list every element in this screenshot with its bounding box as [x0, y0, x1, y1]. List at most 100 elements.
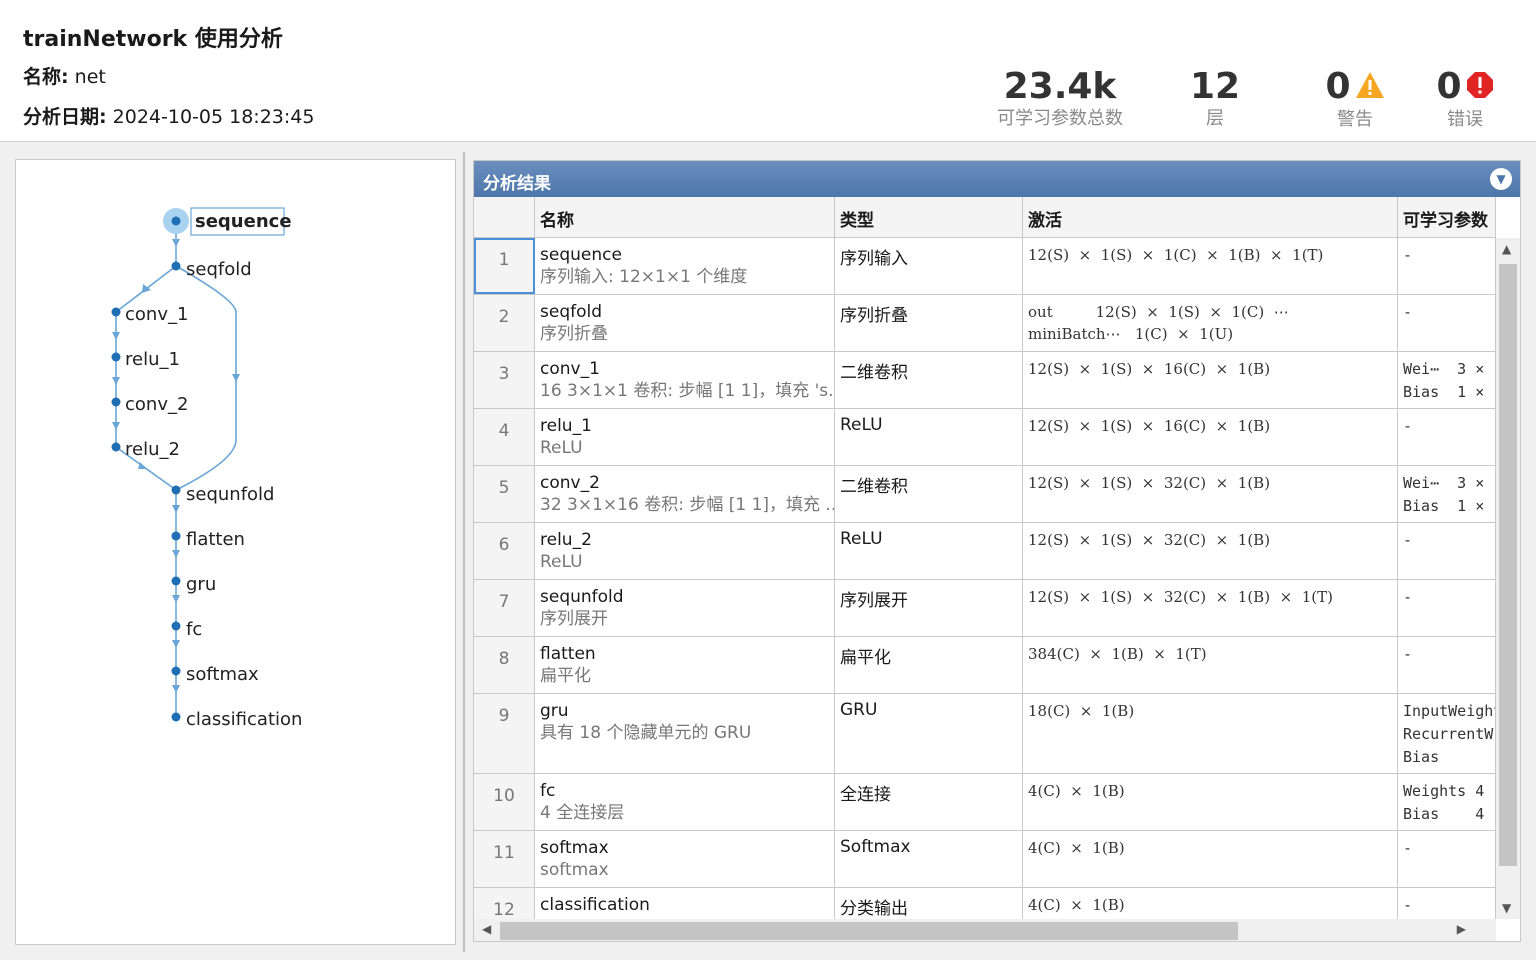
scroll-up-icon[interactable]: ▲ — [1502, 242, 1511, 256]
graph-node-dot-softmax[interactable] — [171, 666, 181, 676]
graph-node-dot-conv-1[interactable] — [111, 307, 121, 317]
row-index: 6 — [474, 523, 535, 579]
table-header: 名称 类型 激活 可学习参数 — [474, 197, 1496, 238]
header-activations[interactable]: 激活 — [1023, 197, 1398, 238]
scroll-left-icon[interactable]: ◀ — [482, 922, 491, 936]
graph-node-dot-gru[interactable] — [171, 576, 181, 586]
header-type[interactable]: 类型 — [835, 197, 1023, 238]
layer-name: softmax — [540, 838, 609, 858]
node-seqfold[interactable]: seqfold — [186, 259, 252, 280]
activations-cell: 12(S) × 1(S) × 16(C) × 1(B) — [1023, 409, 1398, 465]
graph-node-dot-relu-1[interactable] — [111, 352, 121, 362]
layer-description: 4 全连接层 — [540, 803, 625, 823]
vertical-scrollbar[interactable]: ▲ ▼ — [1496, 238, 1520, 919]
graph-node-dot-fc[interactable] — [171, 621, 181, 631]
learnable-line: - — [1403, 645, 1413, 663]
node-conv-2[interactable]: conv_2 — [125, 394, 188, 415]
table-row[interactable]: 8 flatten 扁平化 扁平化 384(C) × 1(B) × 1(T) - — [474, 637, 1496, 694]
table-row[interactable]: 7 sequnfold 序列展开 序列展开 12(S) × 1(S) × 32(C) ×… — [474, 580, 1496, 637]
learnable-line: Bias 4 — [1403, 805, 1485, 823]
node-softmax[interactable]: softmax — [186, 664, 259, 685]
learnables-cell: - — [1398, 831, 1496, 887]
row-index: 8 — [474, 637, 535, 693]
node-relu-1[interactable]: relu_1 — [125, 349, 180, 370]
scroll-down-icon[interactable]: ▼ — [1502, 901, 1511, 915]
learnable-line: - — [1403, 246, 1413, 264]
table-row[interactable]: 11 softmax softmax Softmax 4(C) × 1(B) - — [474, 831, 1496, 888]
learnable-line: RecurrentW — [1403, 725, 1494, 743]
table-row[interactable]: 3 conv_1 16 3×1×1 卷积: 步幅 [1 1]，填充 's... 二维卷… — [474, 352, 1496, 409]
layer-type: ReLU — [835, 523, 1023, 579]
layer-name-cell: relu_2 ReLU — [535, 523, 835, 579]
activation-line: 384(C) × 1(B) × 1(T) — [1028, 645, 1207, 663]
activation-line: 18(C) × 1(B) — [1028, 702, 1135, 720]
table-row[interactable]: 10 fc 4 全连接层 全连接 4(C) × 1(B) Weights 4 Bias 4 — [474, 774, 1496, 831]
date-value: 2024-10-05 18:23:45 — [112, 106, 315, 128]
scroll-right-icon[interactable]: ▶ — [1457, 922, 1466, 936]
params-label: 可学习参数总数 — [997, 108, 1123, 129]
layer-type: 二维卷积 — [835, 466, 1023, 522]
node-flatten[interactable]: flatten — [186, 529, 245, 550]
header-name[interactable]: 名称 — [535, 197, 835, 238]
layer-description: 序列展开 — [540, 609, 608, 629]
layer-name: seqfold — [540, 302, 603, 322]
vertical-scroll-thumb[interactable] — [1499, 264, 1517, 866]
table-row[interactable]: 1 sequence 序列输入: 12×1×1 个维度 序列输入 12(S) × 1(S… — [474, 238, 1496, 295]
horizontal-scrollbar[interactable]: ◀ ▶ — [474, 919, 1496, 941]
node-conv-1[interactable]: conv_1 — [125, 304, 188, 325]
horizontal-scroll-thumb[interactable] — [500, 922, 1238, 940]
row-index: 5 — [474, 466, 535, 522]
graph-node-dot-sequence[interactable] — [171, 216, 181, 226]
graph-node-dot-sequnfold[interactable] — [171, 485, 181, 495]
header-learnables[interactable]: 可学习参数 — [1398, 197, 1496, 238]
errors-stat[interactable]: 0 错误 — [1425, 66, 1505, 131]
graph-node-dot-flatten[interactable] — [171, 531, 181, 541]
network-graph-panel[interactable]: sequence seqfold conv_1 relu_1 conv_2 re… — [15, 159, 456, 945]
layer-description: 具有 18 个隐藏单元的 GRU — [540, 723, 752, 743]
row-index: 1 — [474, 238, 535, 294]
warnings-label: 警告 — [1337, 109, 1373, 130]
graph-node-dot-relu-2[interactable] — [111, 442, 121, 452]
layer-description: 序列输入: 12×1×1 个维度 — [540, 267, 748, 287]
layer-type: 序列折叠 — [835, 295, 1023, 351]
table-row[interactable]: 9 gru 具有 18 个隐藏单元的 GRU GRU 18(C) × 1(B) Input… — [474, 694, 1496, 774]
node-fc[interactable]: fc — [186, 619, 202, 640]
layer-type: GRU — [835, 694, 1023, 773]
layer-name-cell: softmax softmax — [535, 831, 835, 887]
analysis-header: trainNetwork 使用分析 名称: net 分析日期: 2024-10-… — [0, 0, 1536, 142]
graph-node-dot-seqfold[interactable] — [171, 261, 181, 271]
table-row[interactable]: 12 classification 分类输出 4(C) × 1(B) - — [474, 888, 1496, 919]
table-row[interactable]: 4 relu_1 ReLU ReLU 12(S) × 1(S) × 16(C) × 1(… — [474, 409, 1496, 466]
node-classification[interactable]: classification — [186, 709, 302, 730]
learnable-line: Weights 4 — [1403, 782, 1485, 800]
activation-line: out 12(S) × 1(S) × 1(C) ⋯ — [1028, 303, 1289, 321]
graph-node-dot-conv-2[interactable] — [111, 397, 121, 407]
panel-splitter[interactable] — [463, 152, 465, 952]
header-index[interactable] — [474, 197, 535, 238]
activations-cell: 12(S) × 1(S) × 32(C) × 1(B) × 1(T) — [1023, 580, 1398, 636]
learnables-cell: - — [1398, 238, 1496, 294]
node-relu-2[interactable]: relu_2 — [125, 439, 180, 460]
layer-description: ReLU — [540, 552, 583, 572]
activations-cell: out 12(S) × 1(S) × 1(C) ⋯ miniBatch⋯ 1(C)… — [1023, 295, 1398, 351]
table-row[interactable]: 6 relu_2 ReLU ReLU 12(S) × 1(S) × 32(C) × 1(… — [474, 523, 1496, 580]
warnings-stat[interactable]: 0 警告 — [1310, 66, 1400, 131]
analysis-date: 分析日期: 2024-10-05 18:23:45 — [23, 102, 314, 129]
activation-line: 12(S) × 1(S) × 16(C) × 1(B) — [1028, 360, 1271, 378]
results-title: 分析结果 — [483, 174, 551, 194]
layer-name: flatten — [540, 644, 596, 664]
layer-name: gru — [540, 701, 569, 721]
table-row[interactable]: 2 seqfold 序列折叠 序列折叠 out 12(S) × 1(S) × 1(C) … — [474, 295, 1496, 352]
activations-cell: 12(S) × 1(S) × 32(C) × 1(B) — [1023, 523, 1398, 579]
learnable-line: - — [1403, 588, 1413, 606]
learnable-line: - — [1403, 417, 1413, 435]
learnable-line: InputWeight — [1403, 702, 1496, 720]
node-sequnfold[interactable]: sequnfold — [186, 484, 274, 505]
row-index: 4 — [474, 409, 535, 465]
table-row[interactable]: 5 conv_2 32 3×1×16 卷积: 步幅 [1 1]，填充 ... 二维卷积… — [474, 466, 1496, 523]
node-sequence[interactable]: sequence — [195, 211, 292, 232]
collapse-icon[interactable]: ▼ — [1490, 168, 1512, 190]
learnables-cell: Wei⋯ 3 × Bias 1 × — [1398, 466, 1496, 522]
node-gru[interactable]: gru — [186, 574, 216, 595]
graph-node-dot-classification[interactable] — [171, 712, 181, 722]
